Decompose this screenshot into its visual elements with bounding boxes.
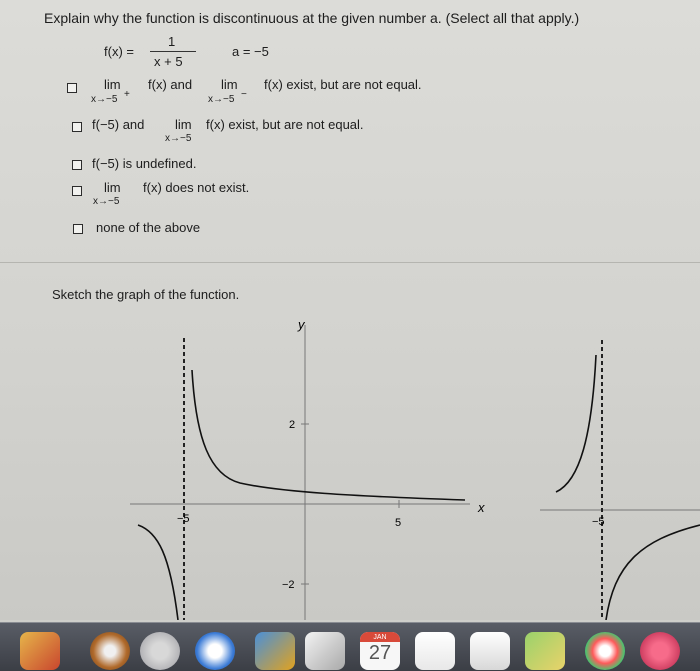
option-1-lim2-label: lim — [221, 77, 238, 92]
photos-app-icon[interactable] — [20, 632, 60, 670]
option-3-text: f(−5) is undefined. — [92, 156, 197, 171]
option-1-lim-label: lim — [104, 77, 121, 92]
graph-1-x-tick-label-neg5: −5 — [177, 513, 190, 525]
option-2-pre-text: f(−5) and — [92, 117, 145, 132]
webassign-page: Explain why the function is discontinuou… — [0, 0, 700, 620]
sketch-prompt: Sketch the graph of the function. — [52, 287, 240, 302]
dock: JAN 27 — [0, 622, 700, 671]
function-label: f(x) = — [104, 44, 134, 59]
safari-app-icon[interactable] — [195, 632, 235, 670]
launchpad-app-icon[interactable] — [140, 632, 180, 670]
option-3-checkbox[interactable] — [72, 160, 82, 170]
graph-2-x-tick-label-neg5: −5 — [592, 516, 605, 528]
option-5-checkbox[interactable] — [73, 224, 83, 234]
reminders-app-icon[interactable] — [470, 632, 510, 670]
option-2-lim-label: lim — [175, 117, 192, 132]
option-4-text: f(x) does not exist. — [143, 180, 250, 195]
graph-1-x-tick-label-5: 5 — [395, 517, 401, 529]
option-1-checkbox[interactable] — [67, 83, 77, 93]
graph-1[interactable]: y x 2 −2 −5 5 — [130, 320, 510, 620]
option-4-checkbox[interactable] — [72, 186, 82, 196]
option-1-mid-text: f(x) and — [148, 77, 193, 92]
option-1-lim-superscript: + — [124, 89, 130, 100]
graph-1-y-tick-label-2: 2 — [289, 419, 295, 431]
maps-app-icon[interactable] — [525, 632, 565, 670]
option-1-text: f(x) exist, but are not equal. — [264, 77, 422, 92]
mail-app-icon[interactable] — [305, 632, 345, 670]
calendar-day-label: 27 — [368, 642, 392, 664]
option-1-lim2-superscript: − — [241, 89, 247, 100]
photos-flower-app-icon[interactable] — [585, 632, 625, 670]
notes-app-icon[interactable] — [415, 632, 455, 670]
option-2-text: f(x) exist, but are not equal. — [206, 117, 364, 132]
graph-1-right-branch — [191, 369, 466, 501]
section-divider — [0, 262, 700, 263]
graph-1-left-branch — [137, 524, 179, 620]
fraction-denominator: x + 5 — [154, 54, 183, 69]
browser-app-icon[interactable] — [90, 632, 130, 670]
question-prompt: Explain why the function is discontinuou… — [44, 10, 580, 26]
option-5-text: none of the above — [96, 220, 201, 235]
calendar-app-icon[interactable]: JAN 27 — [360, 632, 400, 670]
music-app-icon[interactable] — [640, 632, 680, 670]
option-4-lim-label: lim — [104, 180, 121, 195]
fraction-numerator: 1 — [168, 34, 176, 49]
option-2-checkbox[interactable] — [72, 122, 82, 132]
option-4-lim-subscript: x→−5 — [93, 196, 120, 207]
fraction-bar — [150, 51, 196, 52]
graph-2-right-branch — [605, 524, 700, 620]
option-2-lim-subscript: x→−5 — [165, 133, 192, 144]
calendar-month-label: JAN — [373, 634, 387, 641]
a-value: a = −5 — [232, 44, 269, 59]
graph-1-y-tick-label-neg2: −2 — [282, 579, 295, 591]
graph-2[interactable]: −5 — [540, 335, 700, 620]
option-1-lim2-subscript: x→−5 — [208, 94, 235, 105]
graph-1-x-label: x — [477, 500, 485, 515]
graph-2-left-branch — [555, 354, 597, 493]
tools-app-icon[interactable] — [255, 632, 295, 670]
option-1-lim-subscript: x→−5 — [91, 94, 118, 105]
